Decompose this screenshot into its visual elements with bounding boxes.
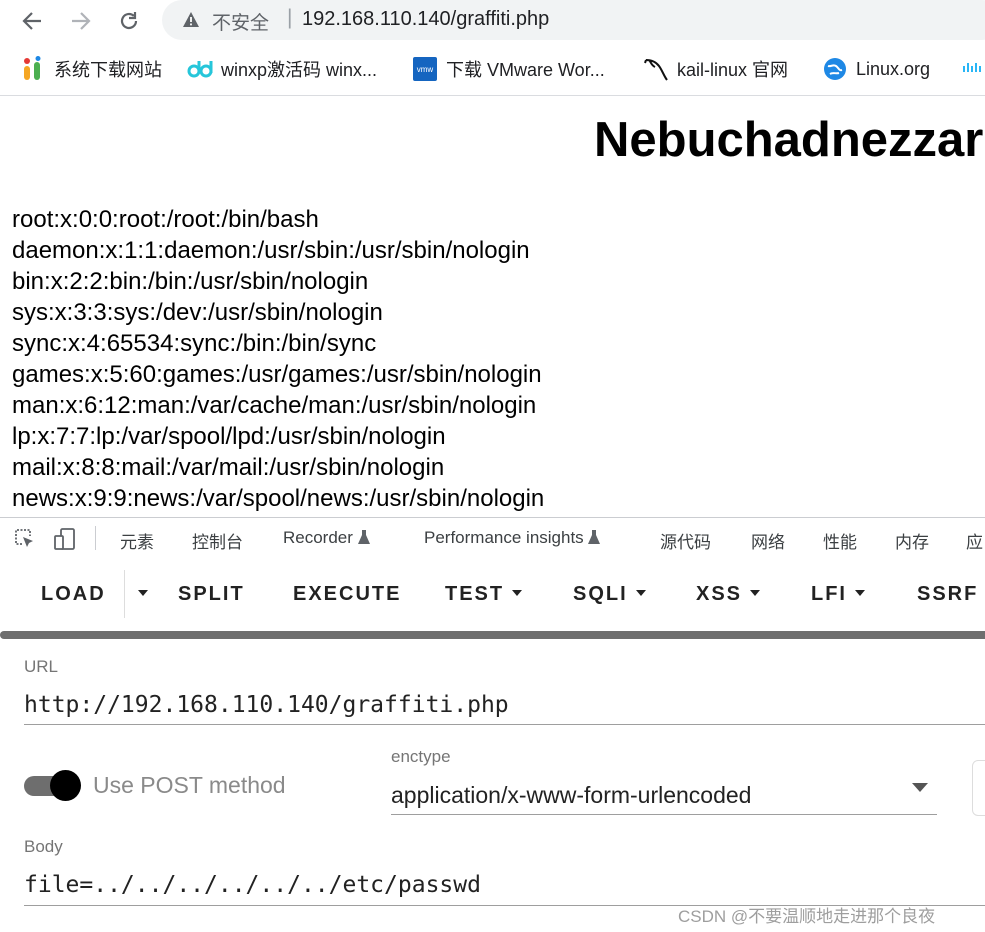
bookmark-label: Linux.org: [856, 58, 931, 79]
bookmark-cisco[interactable]: [961, 44, 985, 94]
xitong-icon: [20, 56, 46, 82]
vmware-icon: vmw: [412, 56, 438, 82]
page-title: Nebuchadnezzar: [594, 113, 984, 167]
passwd-output: root:x:0:0:root:/root:/bin/bash daemon:x…: [12, 206, 545, 512]
bookmark-xitong[interactable]: 系统下载网站: [20, 44, 162, 94]
bookmark-label: 下载 VMware Wor...: [446, 60, 605, 80]
back-icon[interactable]: [15, 4, 49, 38]
split-button[interactable]: SPLIT: [178, 583, 245, 606]
tab-label: Recorder: [283, 528, 353, 547]
bookmarks-bar: 系统下载网站 winxp激活码 winx... vmw 下载 VMware Wo…: [0, 44, 985, 94]
chevron-down-icon: [750, 589, 761, 596]
body-label: Body: [24, 837, 63, 856]
chevron-down-icon: [635, 589, 646, 596]
post-method-label[interactable]: Use POST method: [93, 772, 286, 799]
xss-menu-button[interactable]: XSS: [696, 583, 761, 606]
url-separator: |: [287, 6, 293, 29]
tab-performance[interactable]: 性能: [823, 528, 857, 553]
enctype-select[interactable]: application/x-www-form-urlencoded: [391, 782, 751, 809]
execute-button[interactable]: EXECUTE: [293, 583, 401, 606]
tab-memory[interactable]: 内存: [895, 528, 929, 553]
warning-icon[interactable]: [182, 11, 200, 33]
url-field[interactable]: http://192.168.110.140/graffiti.php: [24, 692, 509, 718]
bookmark-label: kail-linux 官网: [677, 60, 789, 80]
inspect-element-icon[interactable]: [14, 528, 36, 555]
body-field[interactable]: file=../../../../../../etc/passwd: [24, 872, 481, 898]
panel-resize-handle[interactable]: [0, 631, 985, 639]
load-dropdown-button[interactable]: [130, 583, 148, 606]
enctype-label: enctype: [391, 747, 451, 766]
flask-icon: [357, 530, 370, 544]
reload-icon[interactable]: [112, 4, 146, 38]
button-label: SQLI: [573, 583, 628, 605]
chevron-down-icon: [138, 589, 148, 596]
bookmarks-divider: [0, 95, 985, 96]
bookmark-kali[interactable]: kail-linux 官网: [643, 44, 788, 94]
url-field-underline: [24, 724, 985, 725]
flask-icon: [588, 530, 601, 544]
devtools-divider: [95, 526, 96, 550]
button-label: XSS: [696, 583, 743, 605]
url-text[interactable]: 192.168.110.140/graffiti.php: [302, 8, 549, 31]
dropdown-arrow-icon[interactable]: [912, 783, 928, 792]
security-label[interactable]: 不安全: [212, 8, 269, 35]
svg-text:vmw: vmw: [417, 65, 434, 74]
tab-application[interactable]: 应: [966, 528, 983, 553]
tab-elements[interactable]: 元素: [120, 528, 154, 553]
load-divider: [124, 570, 125, 618]
bookmark-linux-org[interactable]: Linux.org: [822, 44, 930, 94]
chevron-down-icon: [512, 589, 523, 596]
chevron-down-icon: [855, 589, 865, 596]
side-button[interactable]: [972, 760, 985, 816]
linux-org-icon: [822, 56, 848, 82]
tab-console[interactable]: 控制台: [192, 528, 243, 553]
button-label: TEST: [445, 583, 505, 605]
tab-network[interactable]: 网络: [751, 528, 785, 553]
sqli-menu-button[interactable]: SQLI: [573, 583, 646, 606]
load-button[interactable]: LOAD: [41, 583, 106, 606]
lfi-menu-button[interactable]: LFI: [811, 583, 865, 606]
bookmark-vmware[interactable]: vmw 下载 VMware Wor...: [412, 44, 605, 94]
cisco-icon: [961, 56, 985, 82]
bookmark-winxp[interactable]: winxp激活码 winx...: [187, 44, 377, 94]
browser-toolbar: 不安全 | 192.168.110.140/graffiti.php: [0, 0, 985, 42]
button-label: LFI: [811, 583, 847, 605]
hackbar-toolbar: LOAD SPLIT EXECUTE TEST SQLI XSS LFI SSR…: [0, 558, 985, 632]
tab-recorder[interactable]: Recorder: [283, 528, 370, 548]
bookmark-label: 系统下载网站: [54, 60, 162, 80]
tab-performance-insights[interactable]: Performance insights: [424, 528, 601, 548]
button-label: SSRF: [917, 583, 979, 605]
forward-icon[interactable]: [64, 4, 98, 38]
devtools-tabbar: 元素 控制台 Recorder Performance insights 源代码…: [0, 517, 985, 559]
enctype-underline: [391, 814, 937, 815]
device-toolbar-icon[interactable]: [53, 527, 77, 556]
tab-sources[interactable]: 源代码: [660, 528, 711, 553]
bookmark-label: winxp激活码 winx...: [221, 60, 378, 80]
ssrf-menu-button[interactable]: SSRF: [917, 583, 985, 606]
dd-icon: [187, 56, 213, 82]
url-label: URL: [24, 657, 59, 676]
toggle-knob[interactable]: [50, 770, 81, 801]
watermark: CSDN @不要温顺地走进那个良夜: [678, 907, 936, 926]
address-bar[interactable]: [162, 0, 985, 40]
kali-dragon-icon: [643, 56, 669, 82]
test-menu-button[interactable]: TEST: [445, 583, 523, 606]
tab-label: Performance insights: [424, 528, 584, 547]
